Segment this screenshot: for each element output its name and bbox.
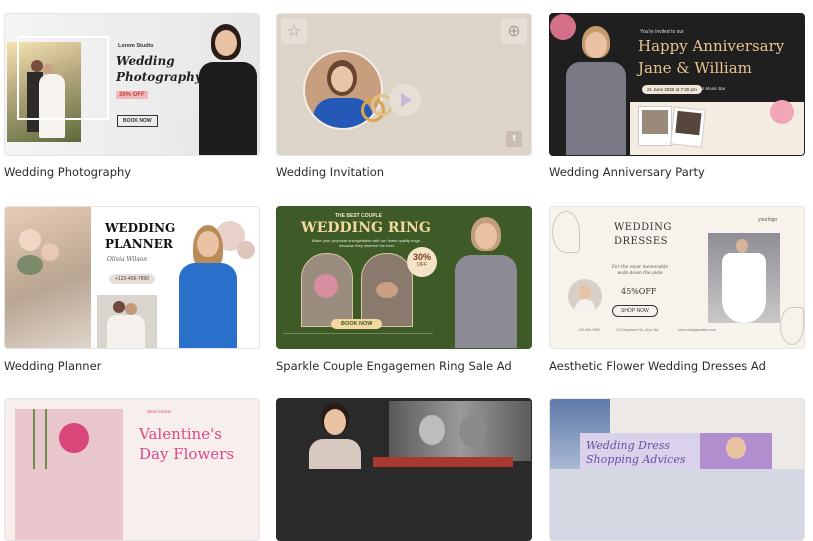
template-card-wedding-photography[interactable]: Lorem Studio Wedding Photography 30% OFF… (4, 13, 260, 179)
invite-text: You're invited to our (640, 29, 684, 35)
contact-address: 123 Anywhere St., Any City (616, 328, 659, 332)
venue-text: At Music Bar (700, 86, 726, 91)
template-card-valentines-flowers[interactable]: Store Name Valentine's Day Flowers (4, 398, 260, 541)
shop-now-button: SHOP NOW (612, 305, 658, 317)
discount-off: OFF (417, 262, 427, 268)
presenter-tile (700, 433, 772, 469)
line-art-flower-2 (780, 307, 804, 345)
headline-line-1: Happy Anniversary (638, 37, 785, 55)
template-thumbnail[interactable]: THE BEST COUPLE WEDDING RING Make your p… (276, 206, 532, 349)
contact-site: www.reallygreatsite.com (678, 328, 716, 332)
presenter-avatar (447, 215, 525, 348)
template-card-engagement-ring[interactable]: THE BEST COUPLE WEDDING RING Make your p… (276, 206, 532, 373)
presenter-avatar (171, 223, 243, 348)
headline-line-1: Wedding (116, 54, 175, 68)
presenter-avatar (305, 399, 365, 469)
template-card-dark-couple[interactable] (276, 398, 532, 541)
headline-line-1: Valentine's (139, 425, 222, 443)
corner-badge-icon: ⬆ (506, 131, 522, 147)
template-title: Wedding Anniversary Party (549, 165, 705, 179)
template-thumbnail[interactable]: Wedding Dress Shopping Advices (549, 398, 805, 541)
template-card-wedding-invitation[interactable]: ☆ ⊕ ⬆ Wedding Invitation (276, 13, 532, 179)
headline-line-1: Wedding Dress (586, 439, 671, 452)
discount-circle: 30% OFF (407, 247, 437, 277)
bouquet-photo (5, 207, 91, 348)
photo-arch-1 (301, 253, 353, 327)
discount-percent: 30% (412, 252, 431, 262)
rose-decoration (770, 100, 794, 124)
offer-text: 45%OFF (621, 287, 657, 296)
headline-line-2: Shopping Advices (586, 453, 686, 466)
template-thumbnail[interactable]: Store Name Valentine's Day Flowers (4, 398, 260, 541)
template-thumbnail[interactable] (276, 398, 532, 541)
headline-line-2: Photography (116, 70, 202, 84)
headline-line-2: Jane & William (638, 59, 752, 77)
phone-pill: +123-456-7890 (109, 274, 156, 284)
contact-phone: 123-456-7890 (578, 328, 600, 332)
template-card-wedding-planner[interactable]: WEDDING PLANNER Olivia Wilson +123-456-7… (4, 206, 260, 373)
red-banner (373, 457, 513, 467)
headline-line-2: Day Flowers (139, 445, 235, 463)
planner-name: Olivia Wilson (107, 256, 148, 263)
brand-logo-text: yourlogo (758, 217, 778, 223)
template-thumbnail[interactable]: yourlogo WEDDING DRESSES For the most me… (549, 206, 805, 349)
dress-photo (708, 233, 780, 323)
photo-arch-2 (361, 253, 413, 327)
template-thumbnail[interactable]: Lorem Studio Wedding Photography 30% OFF… (4, 13, 260, 156)
add-icon[interactable]: ⊕ (501, 18, 527, 44)
studio-name: Lorem Studio (118, 43, 154, 49)
line-art-flower (552, 211, 580, 253)
kicker-text: THE BEST COUPLE (335, 213, 382, 219)
template-title: Wedding Planner (4, 359, 102, 373)
headline-line-1: WEDDING (614, 222, 672, 233)
discount-badge: 30% OFF (116, 91, 148, 99)
flower-photo (15, 409, 123, 540)
presenter-avatar (195, 22, 259, 155)
headline-line-2: PLANNER (105, 237, 173, 251)
template-card-anniversary[interactable]: You're invited to our Happy Anniversary … (549, 13, 805, 179)
play-icon[interactable] (389, 84, 421, 116)
tagline: For the most memorable walk down the ais… (611, 265, 669, 276)
book-now-button: BOOK NOW (117, 115, 158, 127)
template-thumbnail[interactable]: WEDDING PLANNER Olivia Wilson +123-456-7… (4, 206, 260, 349)
contact-strip (283, 333, 433, 340)
date-badge: 21 June 2030 at 7:30 pm (642, 85, 702, 94)
template-thumbnail[interactable]: You're invited to our Happy Anniversary … (549, 13, 805, 156)
template-title: Wedding Photography (4, 165, 132, 179)
book-now-button: BOOK NOW (331, 319, 383, 329)
template-title: Sparkle Couple Engagemen Ring Sale Ad (276, 359, 512, 373)
couple-photo (97, 295, 157, 348)
headline-line-2: DRESSES (614, 236, 669, 247)
headline-line-1: WEDDING (105, 221, 176, 235)
store-name: Store Name (147, 409, 172, 414)
headline: WEDDING RING (301, 220, 431, 236)
template-card-wedding-dresses[interactable]: yourlogo WEDDING DRESSES For the most me… (549, 206, 805, 373)
template-thumbnail[interactable]: ☆ ⊕ ⬆ (276, 13, 532, 156)
star-icon[interactable]: ☆ (281, 18, 307, 44)
frame-outline (17, 36, 109, 120)
template-card-dress-advices[interactable]: Wedding Dress Shopping Advices (549, 398, 805, 541)
template-title: Wedding Invitation (276, 165, 385, 179)
couple-photo (389, 401, 531, 461)
polaroid-photo-2 (670, 106, 706, 148)
polaroid-photo (638, 106, 672, 146)
model-portrait (568, 279, 602, 313)
presenter-avatar (560, 22, 630, 155)
template-title: Aesthetic Flower Wedding Dresses Ad (549, 359, 766, 373)
subtext: Make your proposal unforgettable with ou… (311, 238, 423, 248)
